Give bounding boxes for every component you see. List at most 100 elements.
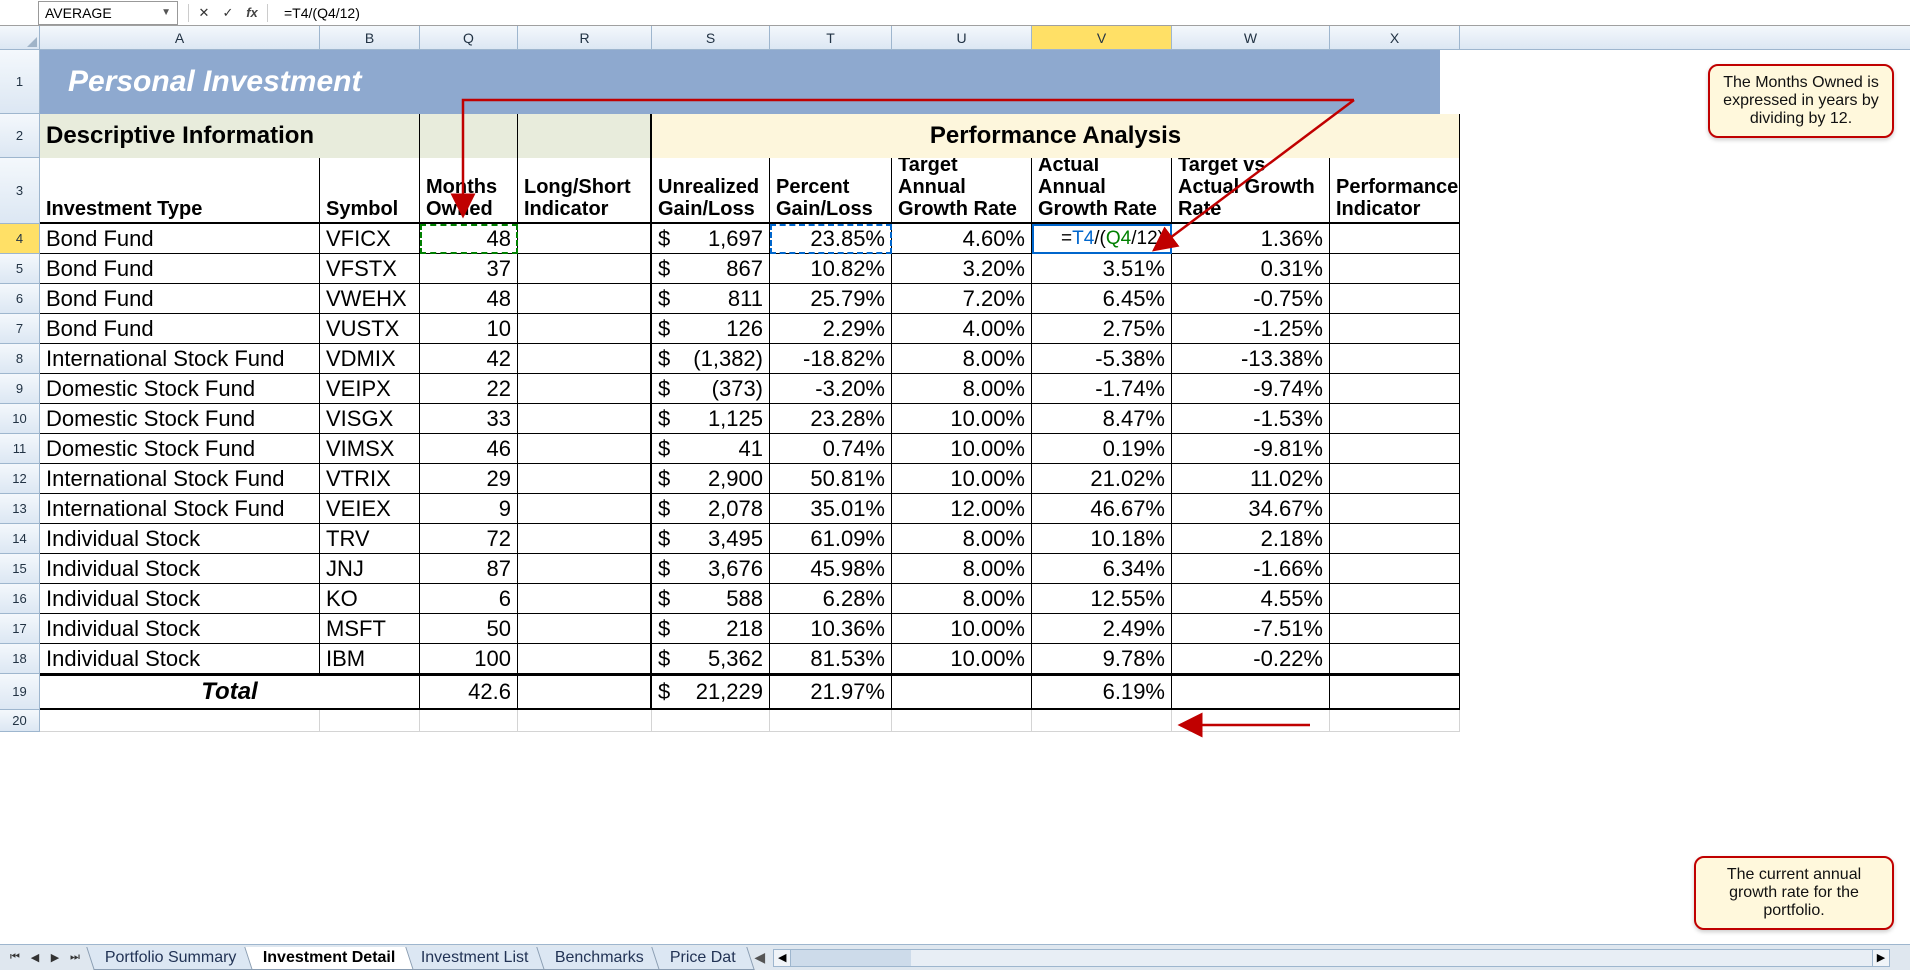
cell-U18[interactable]: 10.00% xyxy=(892,644,1032,674)
cell-R8[interactable] xyxy=(518,344,652,374)
cell-T5[interactable]: 10.82% xyxy=(770,254,892,284)
cell-A6[interactable]: Bond Fund xyxy=(40,284,320,314)
total-W[interactable] xyxy=(1172,674,1330,710)
cell-V4[interactable]: =T4/(Q4/12) xyxy=(1032,224,1172,254)
hdr-percent-gain[interactable]: Percent Gain/Loss xyxy=(770,158,892,224)
cell-T17[interactable]: 10.36% xyxy=(770,614,892,644)
cell-T10[interactable]: 23.28% xyxy=(770,404,892,434)
cell-V17[interactable]: 2.49% xyxy=(1032,614,1172,644)
cell-A4[interactable]: Bond Fund xyxy=(40,224,320,254)
row-header-11[interactable]: 11 xyxy=(0,434,40,464)
cell-X8[interactable] xyxy=(1330,344,1460,374)
col-header-T[interactable]: T xyxy=(770,26,892,49)
cell-B11[interactable]: VIMSX xyxy=(320,434,420,464)
cell-U12[interactable]: 10.00% xyxy=(892,464,1032,494)
cell-A17[interactable]: Individual Stock xyxy=(40,614,320,644)
cell-A12[interactable]: International Stock Fund xyxy=(40,464,320,494)
cell-Q17[interactable]: 50 xyxy=(420,614,518,644)
cell-U13[interactable]: 12.00% xyxy=(892,494,1032,524)
cell-B9[interactable]: VEIPX xyxy=(320,374,420,404)
hdr-months-owned[interactable]: Months Owned xyxy=(420,158,518,224)
cell-Q14[interactable]: 72 xyxy=(420,524,518,554)
row-header-13[interactable]: 13 xyxy=(0,494,40,524)
cell-Q12[interactable]: 29 xyxy=(420,464,518,494)
cell-W18[interactable]: -0.22% xyxy=(1172,644,1330,674)
cell-U5[interactable]: 3.20% xyxy=(892,254,1032,284)
descriptive-header[interactable]: Descriptive Information xyxy=(40,114,420,158)
cell-A14[interactable]: Individual Stock xyxy=(40,524,320,554)
cell-U16[interactable]: 8.00% xyxy=(892,584,1032,614)
cell-W13[interactable]: 34.67% xyxy=(1172,494,1330,524)
cell-T12[interactable]: 50.81% xyxy=(770,464,892,494)
cell-S14[interactable]: $3,495 xyxy=(652,524,770,554)
cell-V8[interactable]: -5.38% xyxy=(1032,344,1172,374)
cell-X12[interactable] xyxy=(1330,464,1460,494)
hdr-symbol[interactable]: Symbol xyxy=(320,158,420,224)
cell-B20[interactable] xyxy=(320,710,420,732)
cell-U20[interactable] xyxy=(892,710,1032,732)
row-header-7[interactable]: 7 xyxy=(0,314,40,344)
cell-Q13[interactable]: 9 xyxy=(420,494,518,524)
chevron-down-icon[interactable]: ▼ xyxy=(161,7,171,18)
cell-Q8[interactable]: 42 xyxy=(420,344,518,374)
total-V[interactable]: 6.19% xyxy=(1032,674,1172,710)
cell-X14[interactable] xyxy=(1330,524,1460,554)
cell-R11[interactable] xyxy=(518,434,652,464)
hdr-long-short[interactable]: Long/Short Indicator xyxy=(518,158,652,224)
row-header-1[interactable]: 1 xyxy=(0,50,40,114)
row-header-6[interactable]: 6 xyxy=(0,284,40,314)
cell-R5[interactable] xyxy=(518,254,652,284)
cell-T4[interactable]: 23.85% xyxy=(770,224,892,254)
cell-X11[interactable] xyxy=(1330,434,1460,464)
col-header-B[interactable]: B xyxy=(320,26,420,49)
cell-X15[interactable] xyxy=(1330,554,1460,584)
cell-T13[interactable]: 35.01% xyxy=(770,494,892,524)
cell-Q2[interactable] xyxy=(420,114,518,158)
cell-R12[interactable] xyxy=(518,464,652,494)
cell-T15[interactable]: 45.98% xyxy=(770,554,892,584)
cell-Q20[interactable] xyxy=(420,710,518,732)
cell-B16[interactable]: KO xyxy=(320,584,420,614)
cell-T16[interactable]: 6.28% xyxy=(770,584,892,614)
col-header-S[interactable]: S xyxy=(652,26,770,49)
hdr-investment-type[interactable]: Investment Type xyxy=(40,158,320,224)
insert-function-button[interactable]: fx xyxy=(243,4,261,22)
cell-T18[interactable]: 81.53% xyxy=(770,644,892,674)
cell-W20[interactable] xyxy=(1172,710,1330,732)
cell-S6[interactable]: $811 xyxy=(652,284,770,314)
cell-S5[interactable]: $867 xyxy=(652,254,770,284)
row-header-9[interactable]: 9 xyxy=(0,374,40,404)
cell-Q15[interactable]: 87 xyxy=(420,554,518,584)
cell-Q16[interactable]: 6 xyxy=(420,584,518,614)
cell-U10[interactable]: 10.00% xyxy=(892,404,1032,434)
cell-S15[interactable]: $3,676 xyxy=(652,554,770,584)
cell-A18[interactable]: Individual Stock xyxy=(40,644,320,674)
cell-Q6[interactable]: 48 xyxy=(420,284,518,314)
cell-X9[interactable] xyxy=(1330,374,1460,404)
cell-R2[interactable] xyxy=(518,114,652,158)
hdr-target-vs-actual[interactable]: Target vs Actual Growth Rate xyxy=(1172,158,1330,224)
cell-V18[interactable]: 9.78% xyxy=(1032,644,1172,674)
cell-W7[interactable]: -1.25% xyxy=(1172,314,1330,344)
total-U[interactable] xyxy=(892,674,1032,710)
cell-U17[interactable]: 10.00% xyxy=(892,614,1032,644)
row-header-18[interactable]: 18 xyxy=(0,644,40,674)
col-header-R[interactable]: R xyxy=(518,26,652,49)
cell-V7[interactable]: 2.75% xyxy=(1032,314,1172,344)
cell-W6[interactable]: -0.75% xyxy=(1172,284,1330,314)
cell-Q18[interactable]: 100 xyxy=(420,644,518,674)
cell-X18[interactable] xyxy=(1330,644,1460,674)
cell-T9[interactable]: -3.20% xyxy=(770,374,892,404)
cell-Q9[interactable]: 22 xyxy=(420,374,518,404)
cell-S16[interactable]: $588 xyxy=(652,584,770,614)
cell-V16[interactable]: 12.55% xyxy=(1032,584,1172,614)
hdr-actual-growth[interactable]: Actual Annual Growth Rate xyxy=(1032,158,1172,224)
sheet-nav-last[interactable]: ⏭ xyxy=(66,949,84,967)
cell-V10[interactable]: 8.47% xyxy=(1032,404,1172,434)
cell-S4[interactable]: $1,697 xyxy=(652,224,770,254)
cell-A16[interactable]: Individual Stock xyxy=(40,584,320,614)
hscroll-track[interactable] xyxy=(791,949,1872,967)
row-header-20[interactable]: 20 xyxy=(0,710,40,732)
cell-X5[interactable] xyxy=(1330,254,1460,284)
cell-R10[interactable] xyxy=(518,404,652,434)
